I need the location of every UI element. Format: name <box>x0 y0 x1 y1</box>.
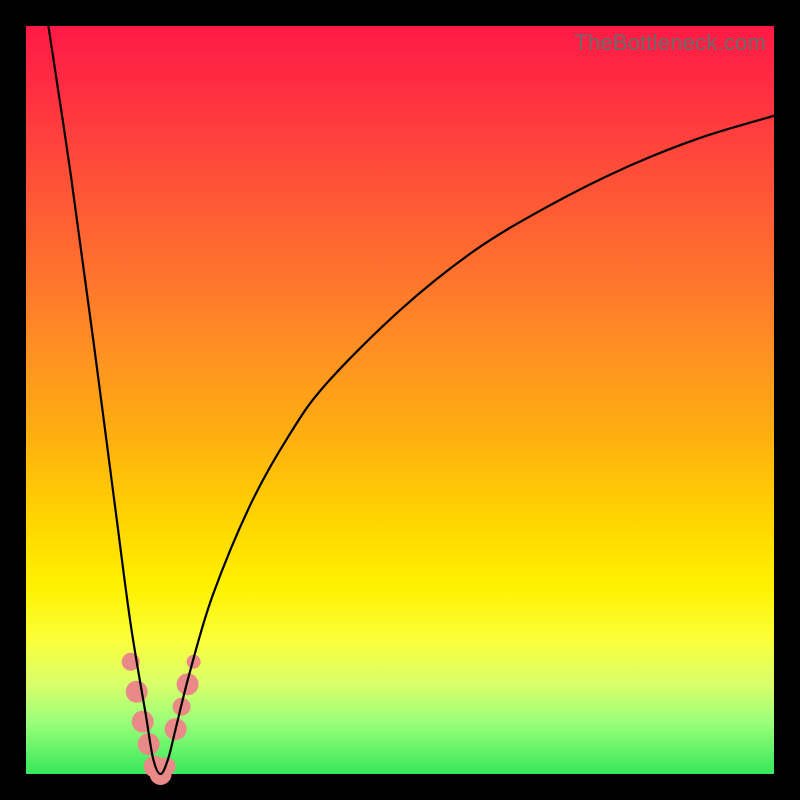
chart-svg <box>26 26 774 774</box>
chart-frame: TheBottleneck.com <box>0 0 800 800</box>
bottleneck-curve <box>48 26 774 774</box>
curve-marker <box>132 711 154 733</box>
curve-marker <box>126 681 148 703</box>
plot-area: TheBottleneck.com <box>26 26 774 774</box>
